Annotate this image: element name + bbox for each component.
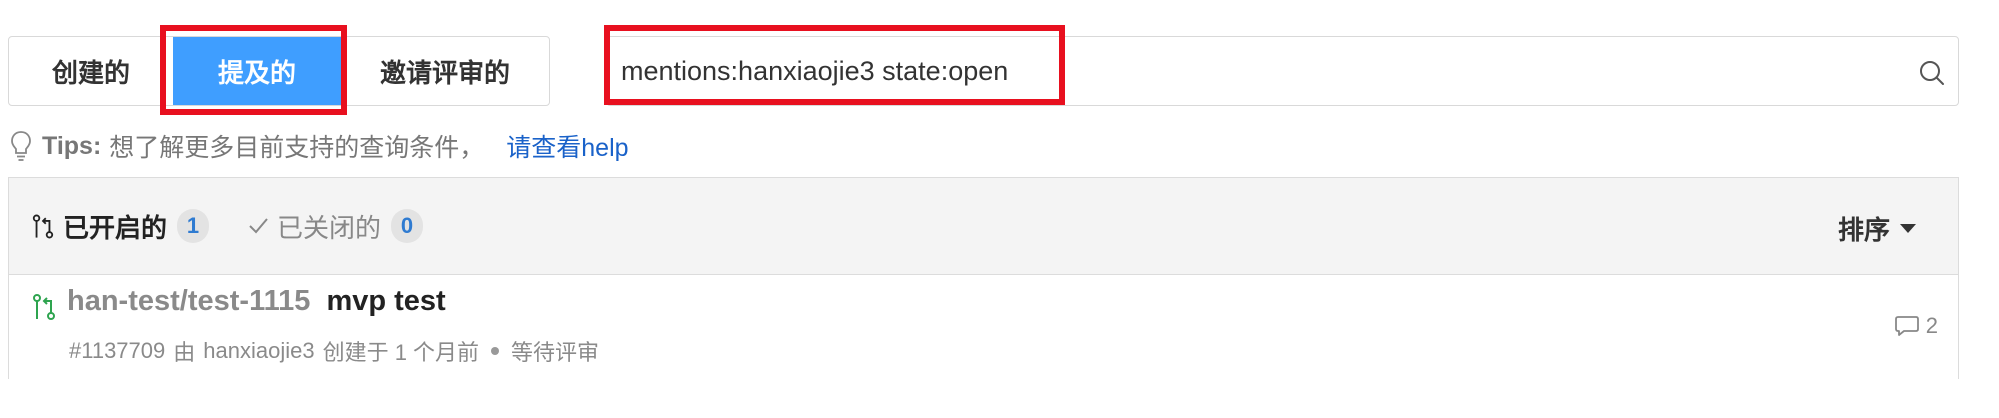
highlight-box-tab [160, 25, 347, 115]
pr-status: 等待评审 [511, 340, 600, 365]
filter-open[interactable]: 已开启的 1 [31, 204, 210, 248]
list-item[interactable]: han-test/test-1115 mvp test #1137709 由 h… [9, 275, 1958, 379]
tips-bar: Tips: 想了解更多目前支持的查询条件， 请查看help [10, 126, 629, 166]
pr-name-link[interactable]: mvp test [326, 285, 445, 317]
pr-title: han-test/test-1115 mvp test [67, 285, 446, 318]
comment-count-value: 2 [1925, 313, 1938, 338]
help-link[interactable]: 请查看help [506, 128, 628, 164]
pull-request-icon [32, 214, 54, 238]
filter-closed[interactable]: 已关闭的 0 [247, 204, 424, 248]
closed-count-badge: 0 [391, 209, 424, 243]
comment-icon [1894, 316, 1919, 336]
check-icon [249, 218, 268, 234]
filter-closed-label: 已关闭的 [277, 212, 382, 243]
open-count-badge: 1 [177, 209, 210, 243]
tab-review-invited[interactable]: 邀请评审的 [341, 37, 549, 105]
pull-request-list: 已开启的 1 已关闭的 0 排序 han-test/test-1115 mvp … [8, 177, 1959, 379]
highlight-box-search [604, 25, 1065, 105]
pr-number[interactable]: #1137709 [69, 338, 165, 364]
tips-label: Tips: [42, 131, 102, 160]
comment-count[interactable]: 2 [1894, 313, 1938, 339]
search-icon[interactable] [1918, 59, 1946, 87]
tips-text: 想了解更多目前支持的查询条件， [109, 134, 485, 162]
pull-request-icon [33, 294, 55, 320]
tab-created[interactable]: 创建的 [9, 37, 173, 105]
list-header: 已开启的 1 已关闭的 0 排序 [9, 178, 1958, 275]
pr-repo-link[interactable]: han-test/test-1115 [67, 285, 310, 317]
pr-by: 由 [173, 340, 196, 365]
separator-dot [491, 347, 500, 355]
lightbulb-icon [11, 131, 31, 161]
filter-open-label: 已开启的 [63, 212, 168, 243]
pr-author[interactable]: hanxiaojie3 [203, 338, 314, 364]
sort-dropdown[interactable]: 排序 [1838, 208, 1916, 248]
caret-down-icon [1900, 223, 1916, 233]
pr-created: 创建于 1 个月前 [322, 340, 480, 365]
pr-meta: #1137709 由 hanxiaojie3 创建于 1 个月前 等待评审 [69, 335, 599, 367]
sort-label: 排序 [1837, 214, 1890, 245]
